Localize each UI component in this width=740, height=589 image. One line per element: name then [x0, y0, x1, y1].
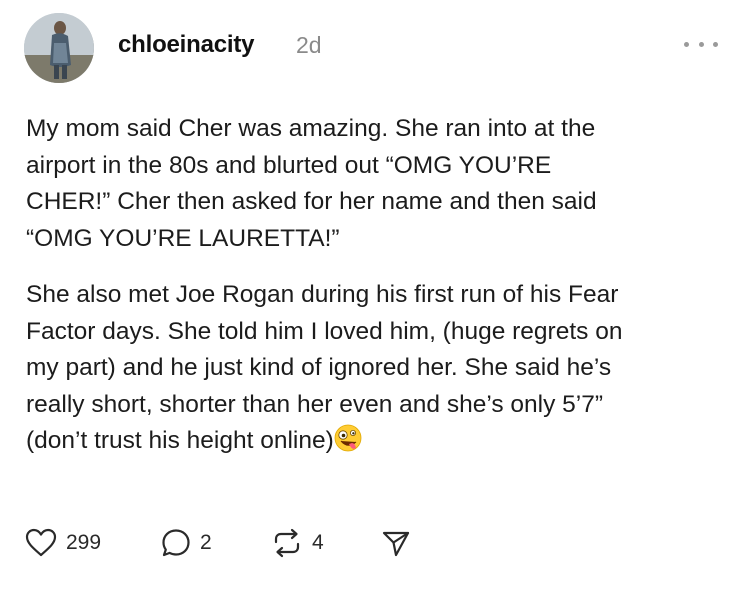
speech-bubble-icon — [162, 529, 190, 557]
repost-count: 4 — [312, 531, 324, 554]
reply-count: 2 — [200, 531, 212, 554]
avatar[interactable] — [24, 13, 94, 83]
more-options-icon[interactable] — [684, 34, 718, 54]
repost-button[interactable]: 4 — [270, 526, 324, 560]
post-timestamp: 2d — [296, 32, 322, 58]
repost-icon — [274, 528, 300, 558]
post-card: chloeinacity 2d My mom said Cher was ama… — [0, 0, 740, 589]
share-button[interactable] — [380, 526, 412, 560]
like-count: 299 — [66, 531, 102, 554]
avatar-photo — [24, 13, 94, 83]
post-body: My mom said Cher was amazing. She ran in… — [26, 111, 726, 460]
like-button[interactable]: 299 — [24, 526, 101, 560]
heart-icon — [25, 528, 57, 557]
post-paragraph-2: She also met Joe Rogan during his first … — [26, 277, 726, 460]
zany-face-emoji-icon — [334, 424, 362, 452]
username[interactable]: chloeinacity — [118, 31, 255, 59]
post-paragraph-1: My mom said Cher was amazing. She ran in… — [26, 115, 597, 252]
post-paragraph-2-text: She also met Joe Rogan during his first … — [26, 281, 623, 454]
send-icon — [382, 531, 410, 557]
reply-button[interactable]: 2 — [160, 526, 212, 560]
